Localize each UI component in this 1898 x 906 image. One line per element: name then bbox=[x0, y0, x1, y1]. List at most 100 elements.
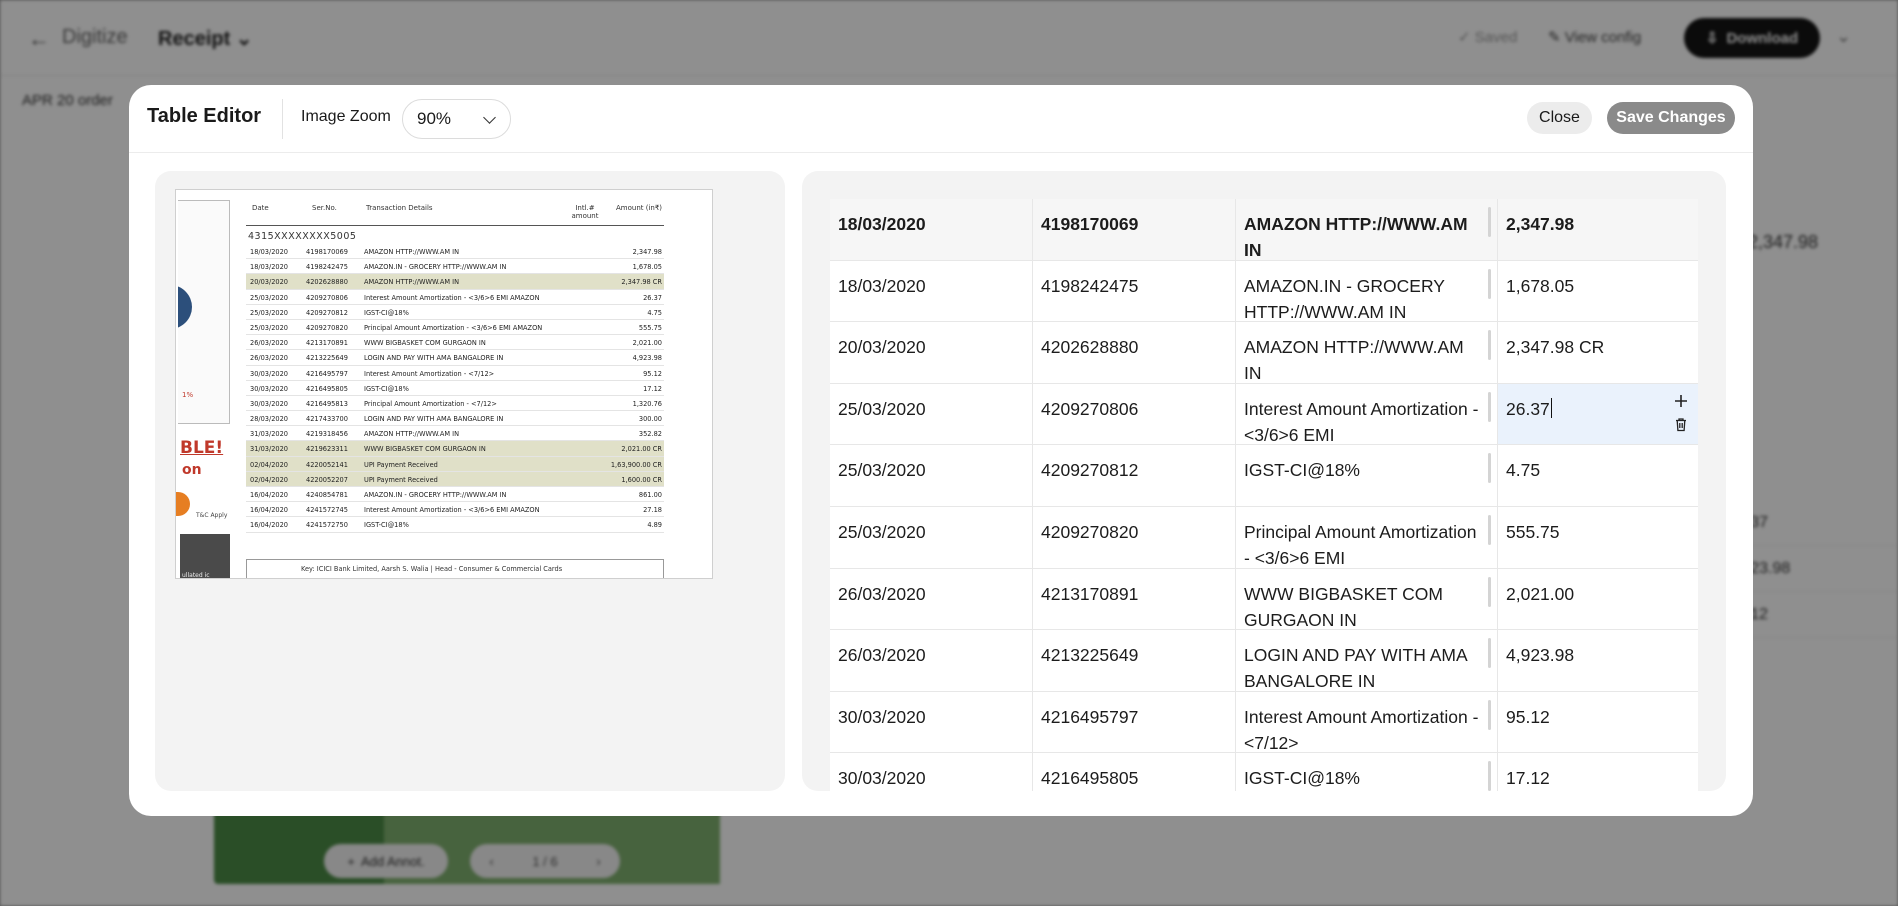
date-cell[interactable]: 20/03/2020 bbox=[830, 322, 1033, 383]
receipt-cell: 16/04/2020 bbox=[250, 521, 289, 530]
date-cell[interactable]: 18/03/2020 bbox=[830, 260, 1033, 322]
table-row[interactable]: 30/03/2020 4216495797 Interest Amount Amor… bbox=[830, 691, 1698, 754]
amount-cell[interactable]: 17.12 bbox=[1498, 753, 1698, 791]
serial-number-cell[interactable]: 4216495797 bbox=[1033, 691, 1236, 753]
serial-number-cell[interactable]: 4216495805 bbox=[1033, 753, 1236, 791]
date-cell[interactable]: 26/03/2020 bbox=[830, 630, 1033, 691]
receipt-cell: 30/03/2020 bbox=[250, 369, 289, 378]
description-cell[interactable]: IGST-CI@18% bbox=[1236, 445, 1498, 506]
receipt-row: 16/04/2020 4240854781 AMAZON.IN - GROCERY … bbox=[246, 487, 664, 503]
plus-icon[interactable] bbox=[1671, 390, 1691, 412]
date-cell[interactable]: 25/03/2020 bbox=[830, 445, 1033, 506]
cell-scrollbar[interactable] bbox=[1488, 576, 1491, 607]
serial-number-cell-text: 4198242475 bbox=[1041, 275, 1139, 296]
close-button[interactable]: Close bbox=[1527, 102, 1592, 134]
description-cell[interactable]: LOGIN AND PAY WITH AMA BANGALORE IN bbox=[1236, 630, 1498, 691]
description-cell[interactable]: Interest Amount Amortization - <7/12> bbox=[1236, 691, 1498, 753]
receipt-image[interactable]: 1% BLE! on T&C Apply ullated ic Date Ser… bbox=[175, 189, 713, 579]
receipt-cell: LOGIN AND PAY WITH AMA BANGALORE IN bbox=[364, 354, 504, 363]
description-cell[interactable]: Interest Amount Amortization - <3/6>6 EM… bbox=[1236, 383, 1498, 445]
save-changes-button[interactable]: Save Changes bbox=[1607, 102, 1735, 134]
description-cell[interactable]: AMAZON HTTP://WWW.AM IN bbox=[1236, 322, 1498, 383]
receipt-row: 30/03/2020 4216495813 Principal Amount Amo… bbox=[246, 396, 664, 412]
amount-cell[interactable]: 2,021.00 bbox=[1498, 569, 1698, 630]
table-row[interactable]: 25/03/2020 4209270820 Principal Amount Amo… bbox=[830, 506, 1698, 569]
amount-cell[interactable]: 1,678.05 bbox=[1498, 261, 1698, 322]
receipt-cell: Principal Amount Amortization - <3/6>6 E… bbox=[364, 323, 543, 332]
table-row[interactable]: 26/03/2020 4213225649 LOGIN AND PAY WITH A… bbox=[830, 630, 1698, 692]
serial-number-cell[interactable]: 4213225649 bbox=[1033, 630, 1236, 691]
table-row[interactable]: 20/03/2020 4202628880 AMAZON HTTP://WWW.AM… bbox=[830, 322, 1698, 384]
date-cell[interactable]: 26/03/2020 bbox=[830, 568, 1033, 630]
serial-number-cell[interactable]: 4213170891 bbox=[1033, 568, 1236, 630]
receipt-cell: Interest Amount Amortization - <3/6>6 EM… bbox=[364, 506, 540, 515]
receipt-card-number: 4315XXXXXXXX5005 bbox=[248, 231, 357, 242]
table-row[interactable]: 25/03/2020 4209270812 IGST-CI@18% 4.75 bbox=[830, 445, 1698, 507]
description-cell[interactable]: IGST-CI@18% bbox=[1236, 753, 1498, 791]
trash-icon[interactable] bbox=[1671, 414, 1691, 436]
date-cell[interactable]: 30/03/2020 bbox=[830, 691, 1033, 753]
receipt-header-line bbox=[246, 225, 664, 226]
amount-cell-text: 2,347.98 bbox=[1506, 214, 1575, 234]
date-cell[interactable]: 25/03/2020 bbox=[830, 383, 1033, 445]
amount-cell[interactable]: 2,347.98 CR bbox=[1498, 322, 1698, 383]
date-cell[interactable]: 18/03/2020 bbox=[830, 199, 1033, 260]
amount-cell[interactable]: 95.12 bbox=[1498, 692, 1698, 753]
table-row[interactable]: 25/03/2020 4209270806 Interest Amount Amor… bbox=[830, 383, 1698, 446]
image-panel[interactable]: 1% BLE! on T&C Apply ullated ic Date Ser… bbox=[155, 171, 785, 791]
date-cell[interactable]: 30/03/2020 bbox=[830, 753, 1033, 791]
amount-cell[interactable]: 4.75 bbox=[1498, 445, 1698, 506]
serial-number-cell[interactable]: 4209270806 bbox=[1033, 383, 1236, 445]
receipt-cell: 2,021.00 bbox=[632, 339, 662, 348]
amount-cell-text: 26.37 bbox=[1506, 398, 1550, 419]
description-cell-text: WWW BIGBASKET COM GURGAON IN bbox=[1244, 583, 1443, 630]
receipt-cell: 4213170891 bbox=[306, 339, 348, 348]
receipt-cell: 4219623311 bbox=[306, 445, 348, 454]
receipt-cell: 4198170069 bbox=[306, 248, 348, 256]
cell-scrollbar[interactable] bbox=[1488, 330, 1491, 361]
description-cell[interactable]: WWW BIGBASKET COM GURGAON IN bbox=[1236, 568, 1498, 630]
image-zoom-select[interactable]: 90% bbox=[402, 99, 511, 139]
amount-cell[interactable]: 4,923.98 bbox=[1498, 630, 1698, 691]
cell-scrollbar[interactable] bbox=[1488, 453, 1491, 484]
amount-cell[interactable]: 2,347.98 bbox=[1498, 199, 1698, 260]
receipt-row: 30/03/2020 4216495805 IGST-CI@18% 17.12 bbox=[246, 381, 664, 396]
serial-number-cell-text: 4209270806 bbox=[1041, 398, 1139, 419]
description-cell[interactable]: AMAZON HTTP://WWW.AM IN bbox=[1236, 199, 1498, 260]
serial-number-cell[interactable]: 4209270820 bbox=[1033, 506, 1236, 568]
serial-number-cell-text: 4198170069 bbox=[1041, 214, 1139, 234]
description-cell[interactable]: AMAZON.IN - GROCERY HTTP://WWW.AM IN bbox=[1236, 260, 1498, 322]
cell-scrollbar[interactable] bbox=[1488, 391, 1491, 422]
editable-table[interactable]: 18/03/2020 4198170069 AMAZON HTTP://WWW.AM… bbox=[830, 199, 1698, 791]
receipt-side-strip: 1% BLE! on T&C Apply ullated ic bbox=[176, 200, 232, 578]
receipt-cell: 4209270820 bbox=[306, 323, 348, 332]
cell-scrollbar[interactable] bbox=[1488, 207, 1491, 237]
receipt-cell: 26/03/2020 bbox=[250, 354, 289, 363]
receipt-row: 25/03/2020 4209270812 IGST-CI@18% 4.75 bbox=[246, 305, 664, 320]
table-row[interactable]: 18/03/2020 4198170069 AMAZON HTTP://WWW.AM… bbox=[830, 199, 1698, 261]
amount-cell[interactable]: 555.75 bbox=[1498, 507, 1698, 568]
description-cell[interactable]: Principal Amount Amortization - <3/6>6 E… bbox=[1236, 506, 1498, 568]
table-panel: 18/03/2020 4198170069 AMAZON HTTP://WWW.AM… bbox=[802, 171, 1726, 791]
table-row[interactable]: 26/03/2020 4213170891 WWW BIGBASKET COM GU… bbox=[830, 568, 1698, 631]
receipt-cell: 16/04/2020 bbox=[250, 506, 289, 515]
serial-number-cell-text: 4202628880 bbox=[1041, 337, 1139, 358]
cell-scrollbar[interactable] bbox=[1488, 638, 1491, 669]
serial-number-cell[interactable]: 4202628880 bbox=[1033, 322, 1236, 383]
receipt-cell: 4198242475 bbox=[306, 263, 348, 272]
cell-scrollbar[interactable] bbox=[1488, 514, 1491, 545]
serial-number-cell[interactable]: 4209270812 bbox=[1033, 445, 1236, 506]
chevron-down-icon bbox=[483, 111, 496, 124]
cell-scrollbar[interactable] bbox=[1488, 699, 1491, 730]
description-cell-text: AMAZON.IN - GROCERY HTTP://WWW.AM IN bbox=[1244, 275, 1445, 322]
date-cell[interactable]: 25/03/2020 bbox=[830, 506, 1033, 568]
serial-number-cell[interactable]: 4198242475 bbox=[1033, 260, 1236, 322]
serial-number-cell[interactable]: 4198170069 bbox=[1033, 199, 1236, 260]
receipt-cell: 2,347.98 bbox=[632, 248, 662, 256]
amount-cell[interactable]: 26.37 bbox=[1498, 383, 1698, 445]
cell-scrollbar[interactable] bbox=[1488, 761, 1491, 791]
cell-scrollbar[interactable] bbox=[1488, 268, 1491, 299]
table-row[interactable]: 18/03/2020 4198242475 AMAZON.IN - GROCERY … bbox=[830, 260, 1698, 323]
description-cell-text: IGST-CI@18% bbox=[1244, 768, 1360, 789]
table-row[interactable]: 30/03/2020 4216495805 IGST-CI@18% 17.12 bbox=[830, 753, 1698, 791]
